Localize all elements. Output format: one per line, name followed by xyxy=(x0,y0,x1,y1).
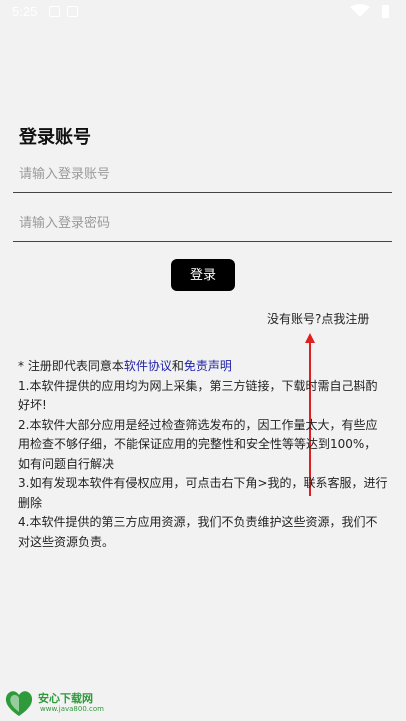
status-right-icons xyxy=(350,4,389,18)
register-link[interactable]: 没有账号?点我注册 xyxy=(267,310,369,327)
watermark-url: www.java800.com xyxy=(40,705,104,713)
watermark: 安心下载网 www.java800.com xyxy=(4,689,108,717)
account-field[interactable] xyxy=(13,156,392,193)
login-button[interactable]: 登录 xyxy=(171,259,235,291)
notice-agreement-line: * 注册即代表同意本软件协议和免责声明 xyxy=(18,357,388,377)
page-title: 登录账号 xyxy=(19,127,91,148)
notice-item: 3.如有发现本软件有侵权应用，可点击右下角>我的，联系客服，进行删除 xyxy=(18,476,388,510)
notice-section: * 注册即代表同意本软件协议和免责声明 1.本软件提供的应用均为网上采集，第三方… xyxy=(18,357,388,552)
wifi-icon xyxy=(350,4,370,17)
disclaimer-link[interactable]: 免责声明 xyxy=(184,359,232,373)
watermark-logo-icon xyxy=(5,691,33,716)
agreement-link[interactable]: 软件协议 xyxy=(124,359,172,373)
status-bar: 5:25 xyxy=(0,0,406,24)
notice-and: 和 xyxy=(171,359,184,373)
notice-item: 1.本软件提供的应用均为网上采集，第三方链接，下载时需自己斟酌好坏! xyxy=(18,378,378,413)
notice-item: 4.本软件提供的第三方应用资源，我们不负责维护这些资源，我们不对这些资源负责。 xyxy=(18,515,378,549)
notice-item: 2.本软件大部分应用是经过检查筛选发布的，因工作量太大，有些应用检查不够仔细，不… xyxy=(18,417,378,471)
status-time: 5:25 xyxy=(12,4,38,19)
notice-prefix: * 注册即代表同意本 xyxy=(18,359,124,373)
notification-icon xyxy=(49,6,60,17)
password-input[interactable] xyxy=(13,205,392,241)
password-field[interactable] xyxy=(13,205,392,242)
photo-icon xyxy=(67,6,78,17)
watermark-name: 安心下载网 xyxy=(38,692,93,705)
account-input[interactable] xyxy=(13,156,392,192)
battery-icon xyxy=(382,5,389,18)
